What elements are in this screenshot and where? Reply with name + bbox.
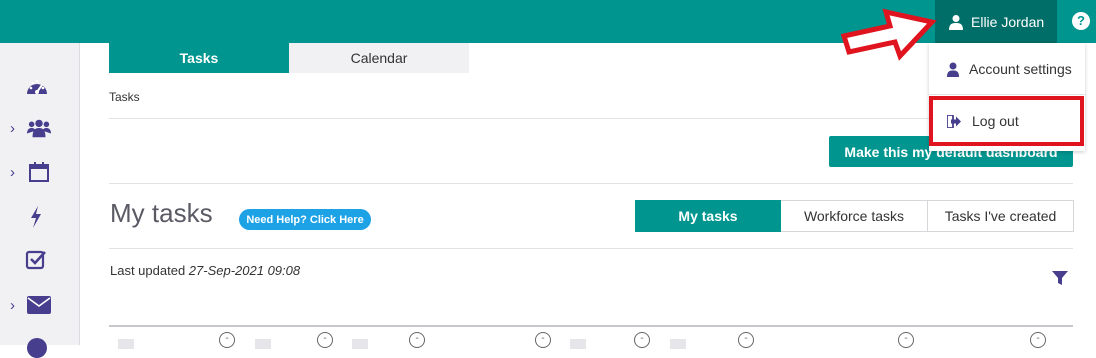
tab-workforce-tasks[interactable]: Workforce tasks (781, 200, 928, 232)
sidebar-item-tasks[interactable] (0, 245, 80, 275)
last-updated-label: Last updated (110, 263, 189, 278)
tab-tasks-ive-created[interactable]: Tasks I've created (928, 200, 1074, 232)
column-icon (352, 339, 368, 349)
column-icon (255, 339, 271, 349)
sort-icon[interactable]: - (219, 332, 235, 348)
page-title: My tasks (110, 198, 213, 228)
tab-tasks[interactable]: Tasks (109, 43, 289, 73)
sort-icon[interactable]: - (317, 332, 333, 348)
user-menu-button[interactable]: Ellie Jordan (935, 0, 1057, 43)
sort-icon[interactable]: - (898, 332, 914, 348)
sort-icon[interactable]: - (634, 332, 650, 348)
sidebar-item-more-icon[interactable] (27, 338, 47, 358)
chevron-right-icon: › (10, 119, 15, 137)
divider (109, 183, 1073, 184)
user-icon (947, 62, 959, 77)
help-button[interactable]: ? (1072, 12, 1090, 30)
tab-calendar[interactable]: Calendar (289, 43, 469, 73)
sidebar-item-quick-actions[interactable] (0, 202, 80, 232)
dashboard-icon (25, 74, 49, 98)
chevron-right-icon: › (10, 163, 15, 181)
checkbox-icon (24, 248, 48, 272)
sidebar-item-dashboard[interactable] (0, 71, 80, 101)
annotation-highlight-box (929, 96, 1084, 146)
divider (109, 248, 1073, 249)
column-icon (670, 339, 686, 349)
sort-icon[interactable]: - (1030, 332, 1046, 348)
calendar-icon (27, 160, 51, 184)
dashboard-tabs: Tasks Calendar (109, 43, 469, 73)
sort-icon[interactable]: - (535, 332, 551, 348)
sort-icon[interactable]: - (409, 332, 425, 348)
sort-icon[interactable]: - (738, 332, 754, 348)
user-name: Ellie Jordan (971, 13, 1045, 30)
menu-item-label: Account settings (969, 61, 1072, 77)
filter-icon[interactable] (1052, 271, 1068, 286)
breadcrumb: Tasks (109, 90, 140, 104)
sidebar-item-messages[interactable]: › (0, 290, 80, 320)
last-updated: Last updated 27-Sep-2021 09:08 (110, 263, 300, 278)
need-help-button[interactable]: Need Help? Click Here (239, 209, 371, 230)
envelope-icon (27, 293, 51, 317)
menu-divider (929, 94, 1085, 95)
bolt-icon (24, 205, 48, 229)
menu-item-account-settings[interactable]: Account settings (929, 49, 1085, 89)
annotation-arrow (840, 8, 937, 61)
chevron-right-icon: › (10, 296, 15, 314)
sidebar-item-calendar[interactable]: › (0, 157, 80, 187)
users-icon (27, 116, 51, 140)
sidebar-item-users[interactable]: › (0, 113, 80, 143)
task-filter-tabs: My tasks Workforce tasks Tasks I've crea… (635, 200, 1074, 232)
tab-my-tasks[interactable]: My tasks (635, 200, 781, 232)
table-header-border (109, 325, 1073, 327)
column-icon (118, 339, 134, 349)
column-icon (570, 339, 586, 349)
last-updated-value: 27-Sep-2021 09:08 (188, 263, 301, 278)
user-icon (949, 14, 963, 30)
